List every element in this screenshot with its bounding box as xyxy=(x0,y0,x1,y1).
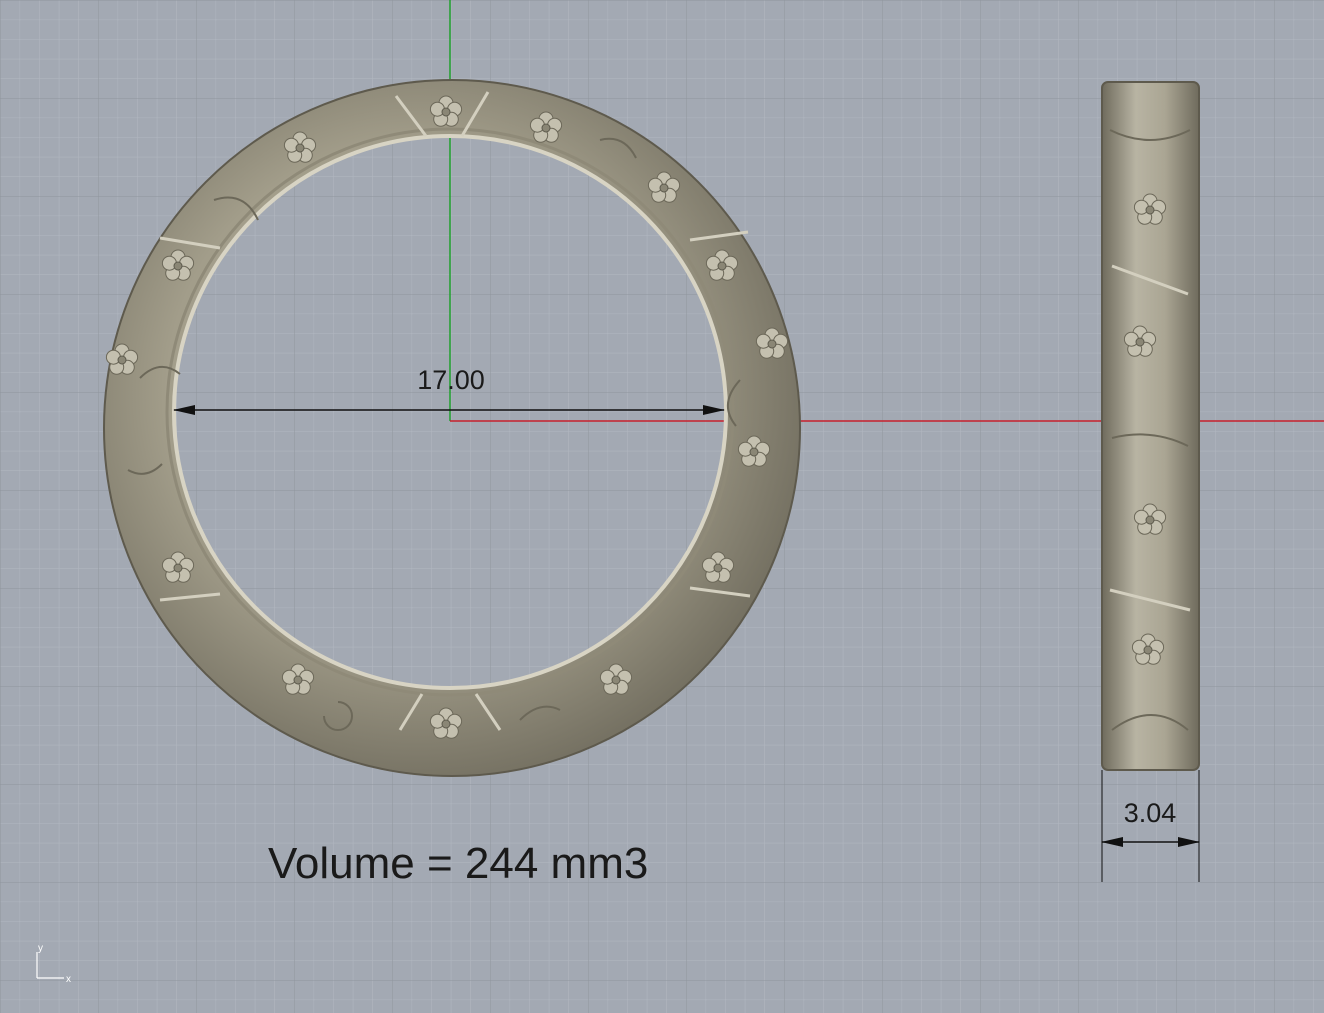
ring-band-side xyxy=(1101,81,1200,771)
axis-widget-y-label: y xyxy=(38,943,43,954)
axis-widget-x-label: x xyxy=(66,974,71,985)
ring-side-view[interactable] xyxy=(1101,81,1200,771)
volume-annotation: Volume = 244 mm3 xyxy=(268,839,648,888)
top-viewport[interactable]: 17.00 3.04 Volume = 244 mm3 y x xyxy=(0,0,1324,1013)
band-width-label: 3.04 xyxy=(1124,798,1177,828)
diameter-dimension-label: 17.00 xyxy=(417,365,485,395)
